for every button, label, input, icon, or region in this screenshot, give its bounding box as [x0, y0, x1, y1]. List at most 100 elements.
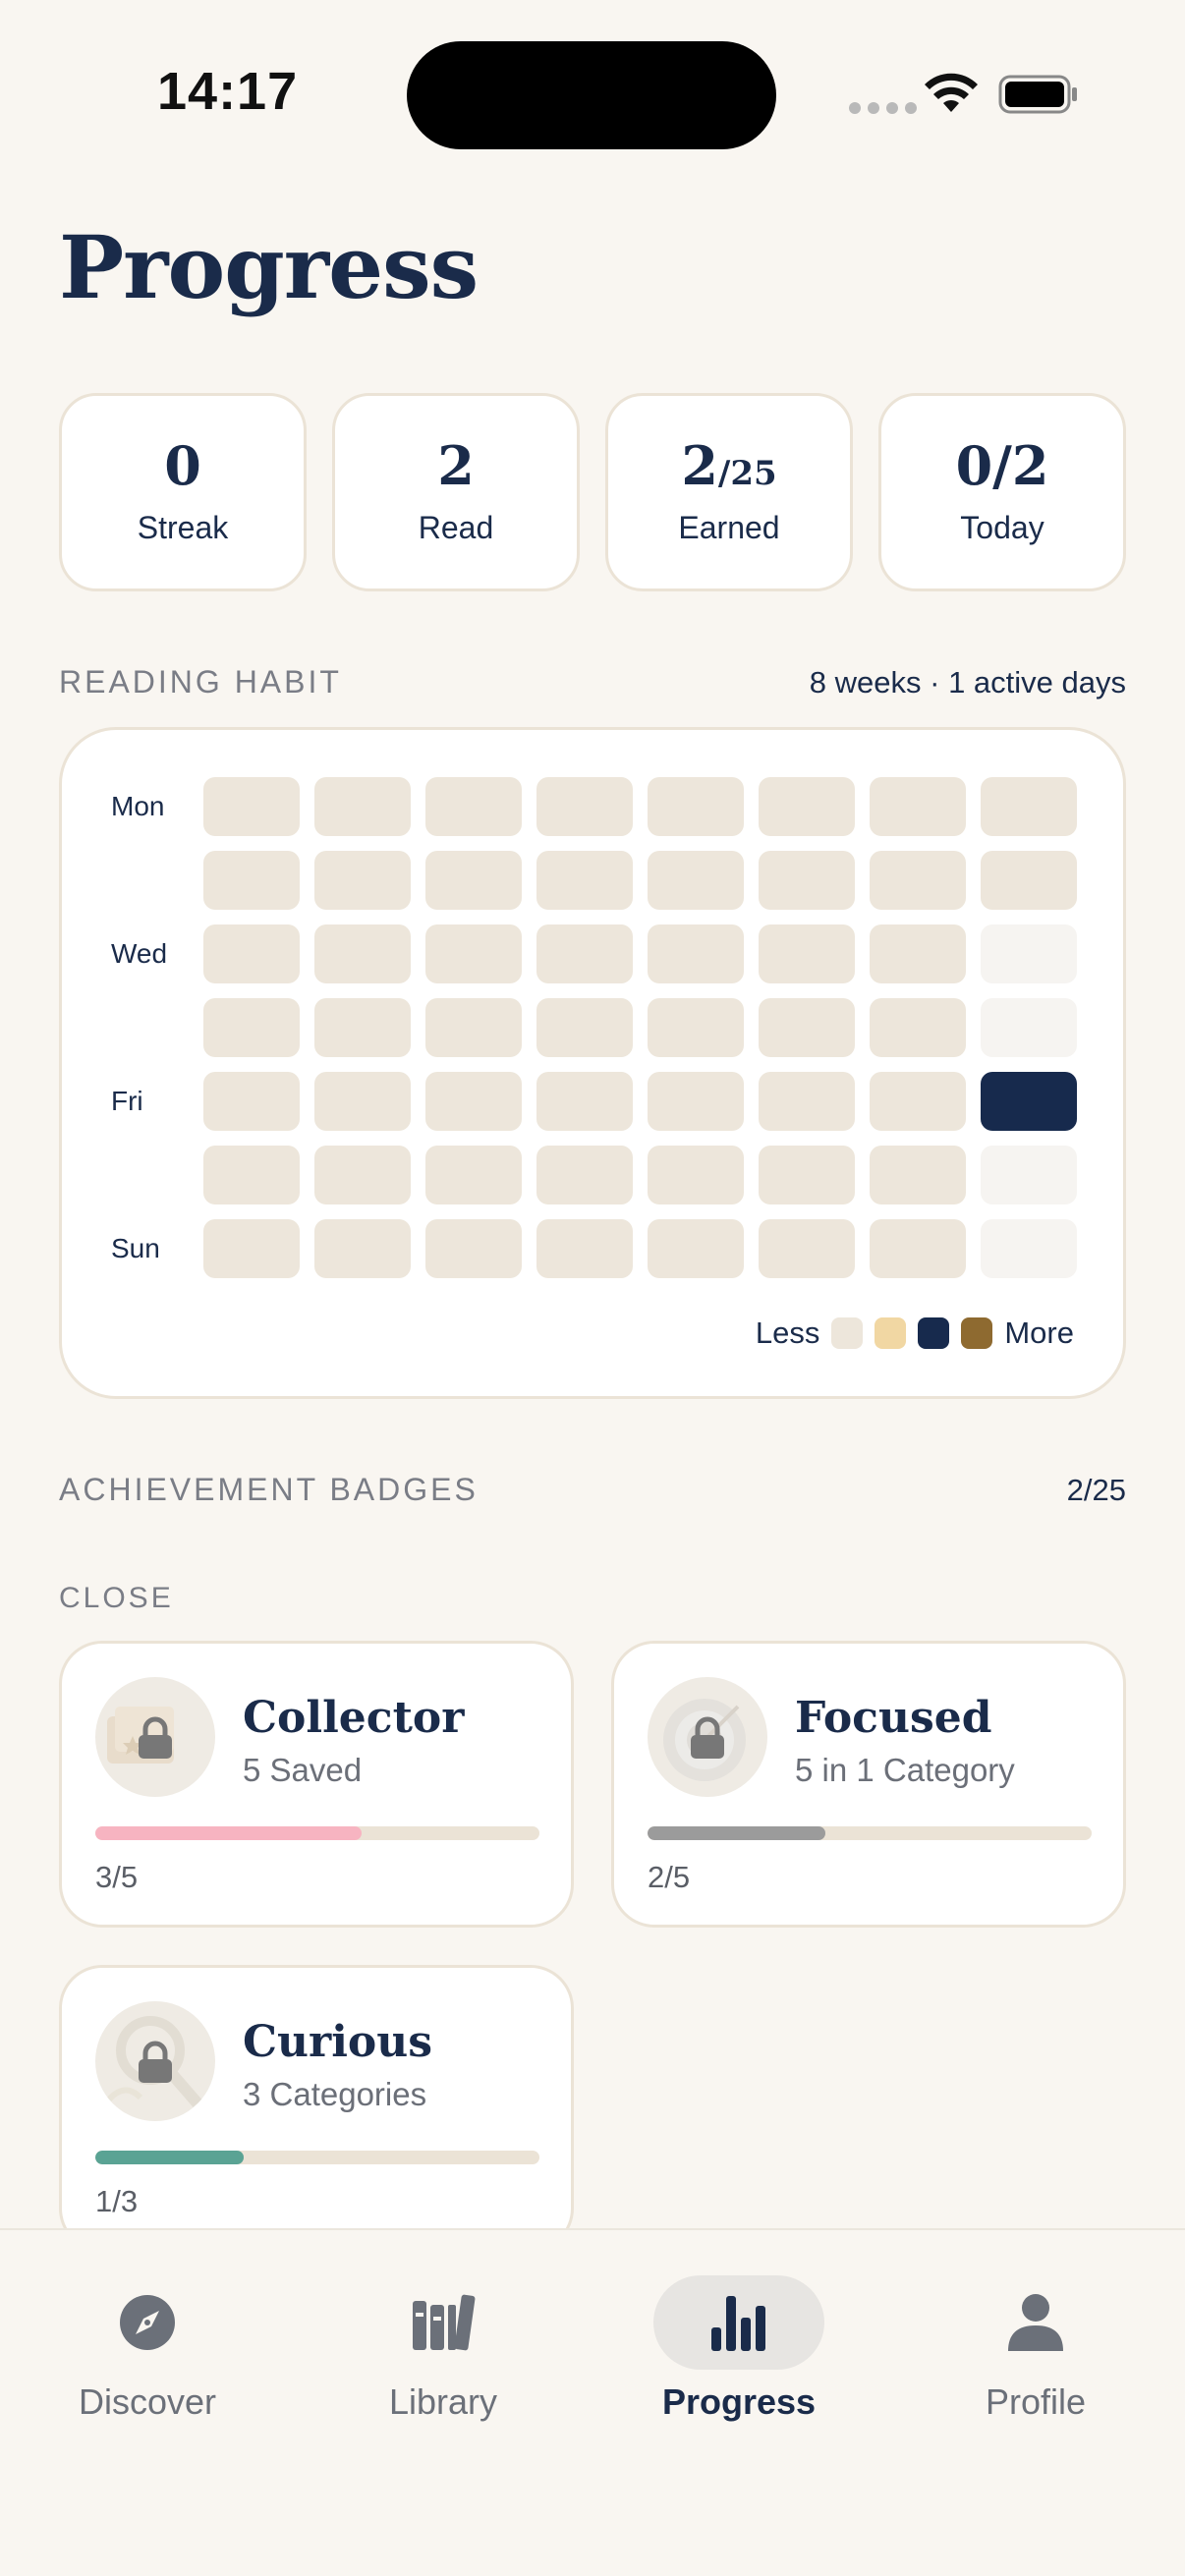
heatmap-cell — [648, 1219, 744, 1278]
stat-label: Earned — [678, 509, 780, 545]
badge-progress-bar — [95, 2151, 539, 2164]
heatmap-cell — [536, 777, 633, 836]
badge-desc: 5 Saved — [243, 1752, 363, 1788]
badge-progress-bar — [95, 1826, 539, 1840]
heatmap-cell — [425, 924, 522, 983]
tab-label: Library — [388, 2381, 498, 2422]
dynamic-island — [407, 41, 776, 149]
heatmap-cell — [648, 777, 744, 836]
heatmap-cell — [981, 851, 1077, 910]
heatmap-cell — [314, 1146, 411, 1204]
heatmap-cell — [759, 1219, 855, 1278]
stat-value: 0 — [164, 433, 201, 497]
reading-heatmap: Mon Wed Fri Sun Less More — [59, 727, 1126, 1399]
heatmap-cell — [425, 1219, 522, 1278]
heatmap-cell — [425, 1146, 522, 1204]
status-time: 14:17 — [157, 62, 299, 121]
legend-swatch — [961, 1317, 993, 1349]
stat-value: 2/25 — [681, 439, 776, 492]
heatmap-cell — [536, 851, 633, 910]
heatmap-cell — [648, 998, 744, 1057]
badge-progress-text: 2/5 — [648, 1860, 691, 1894]
reading-habit-meta: 8 weeks · 1 active days — [809, 665, 1126, 700]
legend-less: Less — [755, 1316, 820, 1350]
stat-label: Today — [960, 509, 1044, 545]
heatmap-cell — [870, 998, 966, 1057]
badge-name: Collector — [243, 1693, 465, 1743]
heatmap-cell — [759, 998, 855, 1057]
legend-more: More — [1004, 1316, 1074, 1350]
heatmap-cell — [536, 998, 633, 1057]
badge-desc: 5 in 1 Category — [795, 1752, 1015, 1788]
badge-card-curious[interactable]: Curious 3 Categories 1/3 — [59, 1965, 574, 2252]
heatmap-cell — [648, 1146, 744, 1204]
day-label: Sun — [111, 1233, 160, 1263]
stat-card-earned: 2/25 Earned — [605, 393, 853, 591]
heatmap-cell — [870, 777, 966, 836]
cellular-signal-icon — [849, 102, 917, 114]
heatmap-cell — [314, 924, 411, 983]
achievements-header: ACHIEVEMENT BADGES 2/25 — [59, 1472, 1126, 1508]
collector-badge-icon — [95, 1677, 215, 1797]
badge-group-label: CLOSE — [59, 1582, 174, 1614]
compass-icon — [120, 2295, 175, 2350]
heatmap-cell — [536, 1146, 633, 1204]
stat-card-read: 2 Read — [332, 393, 580, 591]
target-badge-icon — [648, 1677, 767, 1797]
badge-card-focused[interactable]: Focused 5 in 1 Category 2/5 — [611, 1641, 1126, 1928]
legend-swatch — [918, 1317, 950, 1349]
heatmap-cell — [314, 777, 411, 836]
lock-icon — [691, 1716, 724, 1759]
stat-card-today: 0/2 Today — [878, 393, 1126, 591]
badge-name: Curious — [243, 2017, 433, 2067]
stat-label: Read — [418, 509, 494, 545]
achievements-count: 2/25 — [1066, 1473, 1126, 1507]
heatmap-cell — [314, 851, 411, 910]
badge-progress-text: 1/3 — [95, 2184, 139, 2218]
tab-icon-wrap — [358, 2275, 529, 2370]
badge-progress-text: 3/5 — [95, 1860, 139, 1894]
tab-library[interactable]: Library — [315, 2275, 571, 2423]
tab-profile[interactable]: Profile — [908, 2275, 1163, 2423]
lock-icon — [139, 2041, 172, 2083]
heatmap-cell — [981, 998, 1077, 1057]
heatmap-cell — [981, 1146, 1077, 1204]
badge-progress-fill — [95, 1826, 363, 1840]
section-title: READING HABIT — [59, 664, 342, 700]
badge-progress-fill — [95, 2151, 244, 2164]
badge-progress-fill — [648, 1826, 825, 1840]
heatmap-cell — [425, 777, 522, 836]
heatmap-cell — [203, 851, 300, 910]
tab-discover[interactable]: Discover — [20, 2275, 275, 2423]
day-label: Wed — [111, 938, 168, 969]
heatmap-cell — [981, 924, 1077, 983]
badge-card-collector[interactable]: Collector 5 Saved 3/5 — [59, 1641, 574, 1928]
heatmap-cell — [759, 1072, 855, 1131]
tab-label: Discover — [78, 2381, 217, 2422]
heatmap-cell — [536, 924, 633, 983]
heatmap-cell — [870, 1146, 966, 1204]
heatmap-cell — [648, 851, 744, 910]
stat-card-streak: 0 Streak — [59, 393, 307, 591]
reading-habit-header: READING HABIT 8 weeks · 1 active days — [59, 664, 1126, 700]
heatmap-cell — [870, 851, 966, 910]
page-title: Progress — [59, 216, 479, 318]
tab-progress[interactable]: Progress — [611, 2275, 867, 2423]
person-icon — [1008, 2294, 1063, 2351]
heatmap-cell — [759, 924, 855, 983]
tab-icon-wrap — [653, 2275, 824, 2370]
tab-icon-wrap — [62, 2275, 233, 2370]
heatmap-cell — [870, 1072, 966, 1131]
heatmap-cell — [203, 1072, 300, 1131]
magnifier-badge-icon — [95, 2001, 215, 2121]
wifi-icon — [925, 73, 978, 112]
heatmap-cell — [759, 777, 855, 836]
day-label: Fri — [111, 1086, 143, 1116]
heatmap-cell — [759, 851, 855, 910]
tab-bar: Discover Library Progress Profile — [0, 2228, 1185, 2576]
heatmap-cell — [314, 1072, 411, 1131]
lock-icon — [139, 1716, 172, 1759]
heatmap-cell — [648, 1072, 744, 1131]
heatmap-cell — [203, 1219, 300, 1278]
legend-swatch — [831, 1317, 864, 1349]
